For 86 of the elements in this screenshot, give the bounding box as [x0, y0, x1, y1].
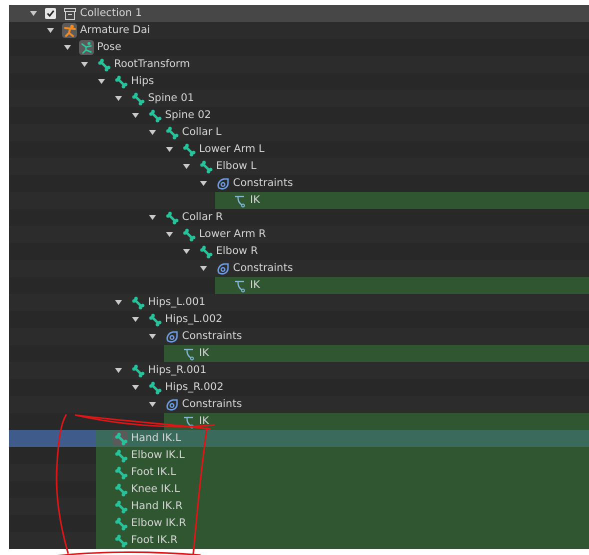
outliner-row[interactable]: Knee IK.L: [9, 481, 589, 498]
item-label: Hips: [131, 74, 154, 89]
outliner-row[interactable]: Hips_L.002: [9, 311, 589, 328]
outliner-row[interactable]: Constraints: [9, 260, 589, 277]
item-label: Armature Dai: [80, 23, 150, 38]
expand-arrow-icon[interactable]: [200, 266, 207, 271]
expand-arrow-icon[interactable]: [149, 215, 156, 220]
outliner-row[interactable]: Elbow L: [9, 158, 589, 175]
outliner-row[interactable]: Collection 1: [9, 5, 589, 22]
outliner-row[interactable]: Hips_R.001: [9, 362, 589, 379]
outliner-row[interactable]: Elbow R: [9, 243, 589, 260]
item-label: Elbow R: [216, 244, 258, 259]
item-label: Elbow L: [216, 159, 256, 174]
expand-arrow-icon[interactable]: [64, 45, 71, 50]
outliner-row[interactable]: IK: [9, 192, 589, 209]
item-label: IK: [250, 193, 260, 208]
expand-arrow-icon[interactable]: [166, 232, 173, 237]
item-label: Hips_L.001: [148, 295, 206, 310]
item-label: Hand IK.R: [131, 499, 183, 514]
outliner-row[interactable]: Spine 02: [9, 107, 589, 124]
outliner-row[interactable]: Pose: [9, 39, 589, 56]
checkbox[interactable]: [45, 8, 56, 19]
outliner-row[interactable]: RootTransform: [9, 56, 589, 73]
item-label: Constraints: [233, 176, 293, 191]
item-label: Elbow IK.L: [131, 448, 185, 463]
outliner-row[interactable]: IK: [9, 413, 589, 430]
expand-arrow-icon[interactable]: [149, 130, 156, 135]
expand-arrow-icon[interactable]: [200, 181, 207, 186]
expand-arrow-icon[interactable]: [183, 249, 190, 254]
outliner-row[interactable]: Hand IK.L: [9, 430, 589, 447]
item-label: IK: [250, 278, 260, 293]
outliner-row[interactable]: Constraints: [9, 396, 589, 413]
expand-arrow-icon[interactable]: [30, 11, 37, 16]
outliner-row[interactable]: Collar R: [9, 209, 589, 226]
item-label: Hand IK.L: [131, 431, 182, 446]
expand-arrow-icon[interactable]: [132, 385, 139, 390]
outliner-row[interactable]: Lower Arm L: [9, 141, 589, 158]
outliner-row[interactable]: IK: [9, 345, 589, 362]
item-label: Elbow IK.R: [131, 516, 186, 531]
item-label: IK: [199, 346, 209, 361]
item-label: Collar R: [182, 210, 223, 225]
item-label: Constraints: [182, 397, 242, 412]
item-label: Lower Arm R: [199, 227, 266, 242]
item-label: Collection 1: [80, 6, 142, 21]
outliner-row[interactable]: Collar L: [9, 124, 589, 141]
expand-arrow-icon[interactable]: [115, 368, 122, 373]
outliner-row[interactable]: Armature Dai: [9, 22, 589, 39]
item-label: Hips_L.002: [165, 312, 222, 327]
outliner-row[interactable]: Constraints: [9, 175, 589, 192]
item-label: Foot IK.L: [131, 465, 176, 480]
item-label: Spine 02: [165, 108, 212, 123]
expand-arrow-icon[interactable]: [98, 79, 105, 84]
outliner-row[interactable]: Foot IK.L: [9, 464, 589, 481]
item-label: IK: [199, 414, 209, 429]
item-label: Knee IK.L: [131, 482, 180, 497]
outliner-row[interactable]: Constraints: [9, 328, 589, 345]
outliner-row[interactable]: Hips_R.002: [9, 379, 589, 396]
expand-arrow-icon[interactable]: [149, 334, 156, 339]
outliner-row[interactable]: IK: [9, 277, 589, 294]
item-label: Spine 01: [148, 91, 194, 106]
expand-arrow-icon[interactable]: [132, 317, 139, 322]
outliner-row[interactable]: Hips: [9, 73, 589, 90]
outliner-row[interactable]: Elbow IK.L: [9, 447, 589, 464]
item-label: Foot IK.R: [131, 533, 178, 548]
expand-arrow-icon[interactable]: [132, 113, 139, 118]
item-label: Hips_R.002: [165, 380, 224, 395]
item-label: Hips_R.001: [148, 363, 206, 378]
outliner-row[interactable]: Elbow IK.R: [9, 515, 589, 532]
item-label: Lower Arm L: [199, 142, 265, 157]
outliner-row[interactable]: Lower Arm R: [9, 226, 589, 243]
item-label: Constraints: [182, 329, 242, 344]
expand-arrow-icon[interactable]: [115, 96, 122, 101]
outliner-row[interactable]: Spine 01: [9, 90, 589, 107]
expand-arrow-icon[interactable]: [47, 28, 54, 33]
expand-arrow-icon[interactable]: [149, 402, 156, 407]
expand-arrow-icon[interactable]: [81, 62, 88, 67]
item-label: Pose: [97, 40, 122, 55]
outliner-row[interactable]: Hand IK.R: [9, 498, 589, 515]
item-label: Collar L: [182, 125, 222, 140]
item-label: RootTransform: [114, 57, 190, 72]
expand-arrow-icon[interactable]: [166, 147, 173, 152]
outliner-row[interactable]: Foot IK.R: [9, 532, 589, 549]
expand-arrow-icon[interactable]: [115, 300, 122, 305]
outliner-row[interactable]: Hips_L.001: [9, 294, 589, 311]
item-label: Constraints: [233, 261, 293, 276]
expand-arrow-icon[interactable]: [183, 164, 190, 169]
